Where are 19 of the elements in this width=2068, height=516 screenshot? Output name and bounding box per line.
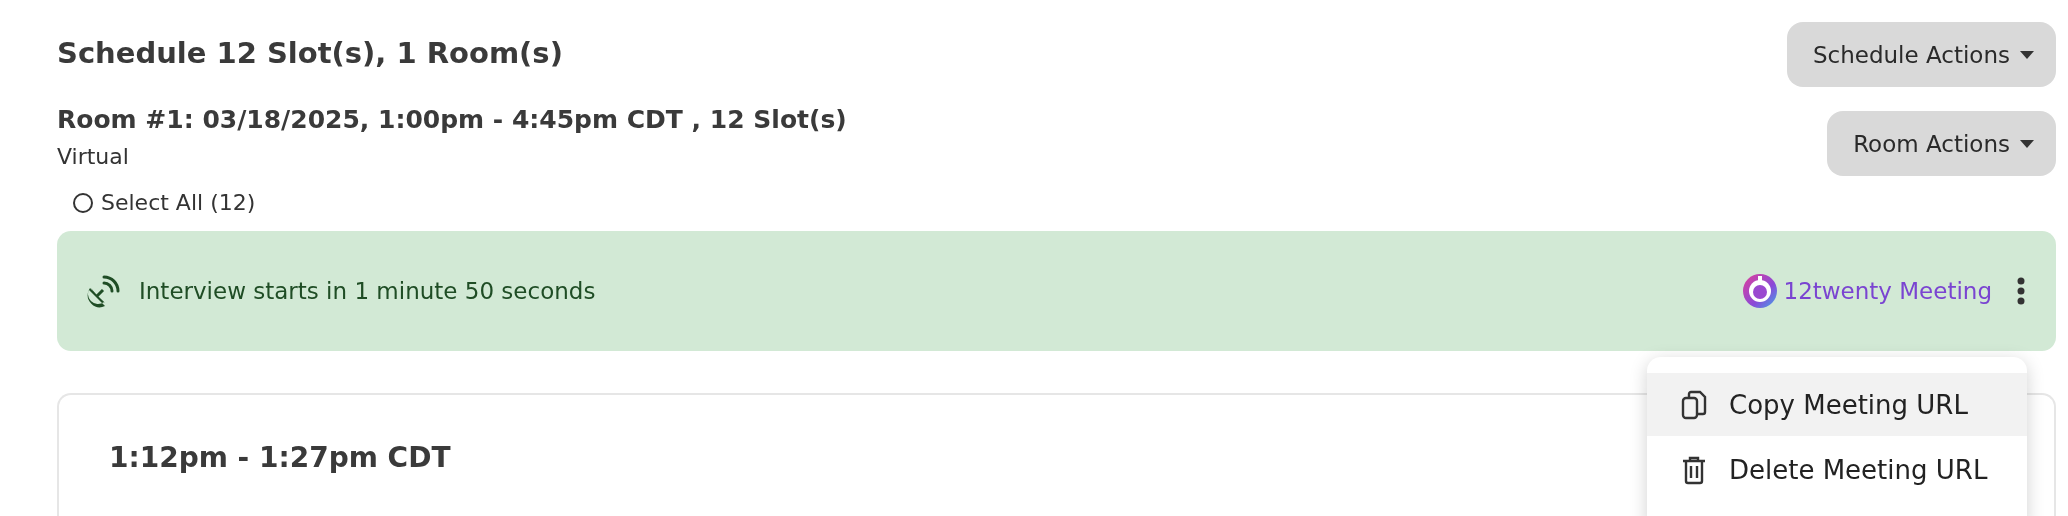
menu-item[interactable]: Copy Meeting URL bbox=[1647, 373, 2027, 436]
room-location: Virtual bbox=[57, 144, 130, 169]
meeting-link[interactable]: 12twenty Meeting bbox=[1741, 273, 1992, 309]
caret-icon bbox=[2020, 139, 2034, 148]
caret-icon bbox=[2020, 50, 2034, 59]
banner-message: Interview starts in 1 minute 50 seconds bbox=[139, 278, 597, 304]
schedule-title: Schedule 12 Slot(s), 1 Room(s) bbox=[57, 36, 563, 70]
select-all-label[interactable]: Select All (12) bbox=[101, 190, 256, 215]
more-options-icon[interactable] bbox=[2016, 277, 2026, 305]
slot-time: 1:12pm - 1:27pm CDT bbox=[109, 441, 451, 474]
schedule-actions-button[interactable]: Schedule Actions bbox=[1786, 22, 2056, 87]
satellite-dish-icon bbox=[87, 274, 121, 308]
menu-item[interactable]: Delete Meeting URL bbox=[1647, 438, 2027, 501]
copy-icon bbox=[1681, 389, 1707, 420]
meeting-logo-icon bbox=[1741, 273, 1778, 309]
select-all-radio[interactable] bbox=[73, 192, 93, 213]
room-actions-button[interactable]: Room Actions bbox=[1827, 111, 2056, 176]
trash-icon bbox=[1681, 454, 1707, 485]
room-title: Room #1: 03/18/2025, 1:00pm - 4:45pm CDT , 12 Slot(s) bbox=[57, 105, 847, 134]
